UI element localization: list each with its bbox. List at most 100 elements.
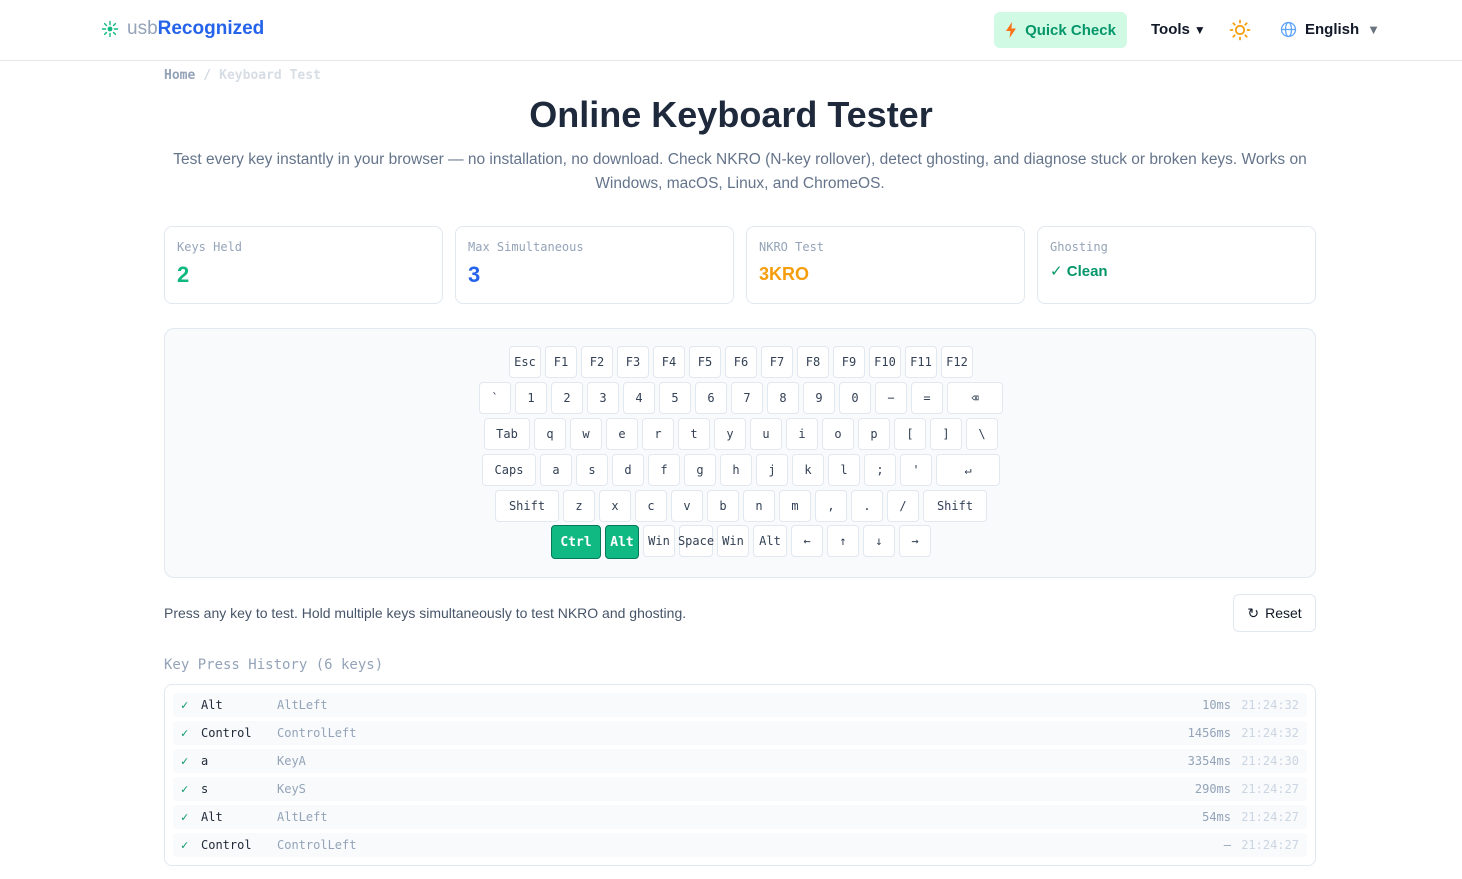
tools-menu[interactable]: Tools ▼ (1151, 21, 1206, 38)
key[interactable]: 7 (731, 382, 763, 414)
key[interactable]: h (720, 454, 752, 486)
check-icon: ✓ (181, 782, 189, 796)
key[interactable]: Ctrl (551, 525, 601, 559)
reset-button[interactable]: ↻ Reset (1233, 594, 1316, 632)
key[interactable]: F12 (941, 346, 973, 378)
key[interactable]: Space (678, 525, 714, 557)
key[interactable]: u (750, 418, 782, 450)
key[interactable]: 6 (695, 382, 727, 414)
key[interactable]: ' (900, 454, 932, 486)
key[interactable]: F3 (617, 346, 649, 378)
key[interactable]: b (707, 490, 739, 522)
key[interactable]: Win (643, 525, 675, 557)
key[interactable]: F4 (653, 346, 685, 378)
key[interactable]: Caps (482, 454, 536, 486)
instruction-text: Press any key to test. Hold multiple key… (164, 605, 687, 621)
key[interactable]: c (635, 490, 667, 522)
stat-label: Max Simultaneous (468, 240, 584, 254)
history-time: 21:24:30 (1241, 754, 1299, 768)
key[interactable]: x (599, 490, 631, 522)
key[interactable]: F7 (761, 346, 793, 378)
breadcrumb-home[interactable]: Home (164, 68, 195, 83)
key[interactable]: w (570, 418, 602, 450)
key[interactable]: t (678, 418, 710, 450)
key[interactable]: ; (864, 454, 896, 486)
key[interactable]: F10 (869, 346, 901, 378)
key[interactable]: F8 (797, 346, 829, 378)
key[interactable]: F9 (833, 346, 865, 378)
key[interactable]: . (851, 490, 883, 522)
key[interactable]: ↓ (863, 525, 895, 557)
key[interactable]: Shift (495, 490, 559, 522)
refresh-icon: ↻ (1247, 604, 1260, 621)
key[interactable]: Alt (753, 525, 787, 557)
key[interactable]: → (899, 525, 931, 557)
key[interactable]: F11 (905, 346, 937, 378)
key[interactable]: [ (894, 418, 926, 450)
key[interactable]: r (642, 418, 674, 450)
sun-icon[interactable] (1229, 19, 1251, 41)
key[interactable]: 4 (623, 382, 655, 414)
logo-text-light: usb (127, 18, 158, 39)
key[interactable]: ↑ (827, 525, 859, 557)
key[interactable]: \ (966, 418, 998, 450)
key[interactable]: F5 (689, 346, 721, 378)
key[interactable]: ] (930, 418, 962, 450)
key[interactable]: n (743, 490, 775, 522)
key[interactable]: Esc (509, 346, 541, 378)
key[interactable]: , (815, 490, 847, 522)
key[interactable]: = (911, 382, 943, 414)
key[interactable]: y (714, 418, 746, 450)
key[interactable]: j (756, 454, 788, 486)
keyboard-row: Esc F1 F2 F3 F4 F5 F6 F7 F8 F9 F10 F11 F12 (165, 346, 1317, 378)
key[interactable]: o (822, 418, 854, 450)
key[interactable]: 0 (839, 382, 871, 414)
key[interactable]: g (684, 454, 716, 486)
key[interactable]: v (671, 490, 703, 522)
key[interactable]: ⌫ (947, 382, 1003, 414)
key[interactable]: F1 (545, 346, 577, 378)
key[interactable]: Win (717, 525, 749, 557)
key[interactable]: ` (479, 382, 511, 414)
key[interactable]: ← (791, 525, 823, 557)
language-selector[interactable]: English ▼ (1280, 21, 1380, 38)
key[interactable]: Alt (605, 525, 639, 559)
key[interactable]: z (563, 490, 595, 522)
key[interactable]: / (887, 490, 919, 522)
key[interactable]: i (786, 418, 818, 450)
key[interactable]: 8 (767, 382, 799, 414)
key[interactable]: F6 (725, 346, 757, 378)
history-row: ✓ Control ControlLeft 1456ms 21:24:32 (173, 721, 1307, 745)
key[interactable]: F2 (581, 346, 613, 378)
stat-card-nkro-test: NKRO Test 3KRO (746, 226, 1025, 304)
key[interactable]: ↵ (936, 454, 1000, 486)
key[interactable]: l (828, 454, 860, 486)
site-logo[interactable]: usbRecognized (101, 18, 264, 40)
key[interactable]: Tab (484, 418, 530, 450)
key[interactable]: f (648, 454, 680, 486)
history-duration: 3354ms (1187, 754, 1231, 768)
key[interactable]: 2 (551, 382, 583, 414)
key[interactable]: 9 (803, 382, 835, 414)
stat-value: 3 (468, 262, 481, 287)
key[interactable]: 5 (659, 382, 691, 414)
language-label: English (1305, 21, 1360, 38)
key[interactable]: d (612, 454, 644, 486)
quick-check-button[interactable]: Quick Check (994, 12, 1127, 48)
key[interactable]: s (576, 454, 608, 486)
history-time: 21:24:32 (1241, 698, 1299, 712)
history-code: KeyS (277, 782, 306, 796)
key[interactable]: a (540, 454, 572, 486)
key[interactable]: m (779, 490, 811, 522)
key[interactable]: k (792, 454, 824, 486)
history-time: 21:24:27 (1241, 838, 1299, 852)
check-icon: ✓ (181, 838, 189, 852)
key[interactable]: p (858, 418, 890, 450)
stat-value: 2 (177, 262, 190, 287)
key[interactable]: e (606, 418, 638, 450)
key[interactable]: 3 (587, 382, 619, 414)
key[interactable]: Shift (923, 490, 987, 522)
key[interactable]: − (875, 382, 907, 414)
key[interactable]: q (534, 418, 566, 450)
key[interactable]: 1 (515, 382, 547, 414)
